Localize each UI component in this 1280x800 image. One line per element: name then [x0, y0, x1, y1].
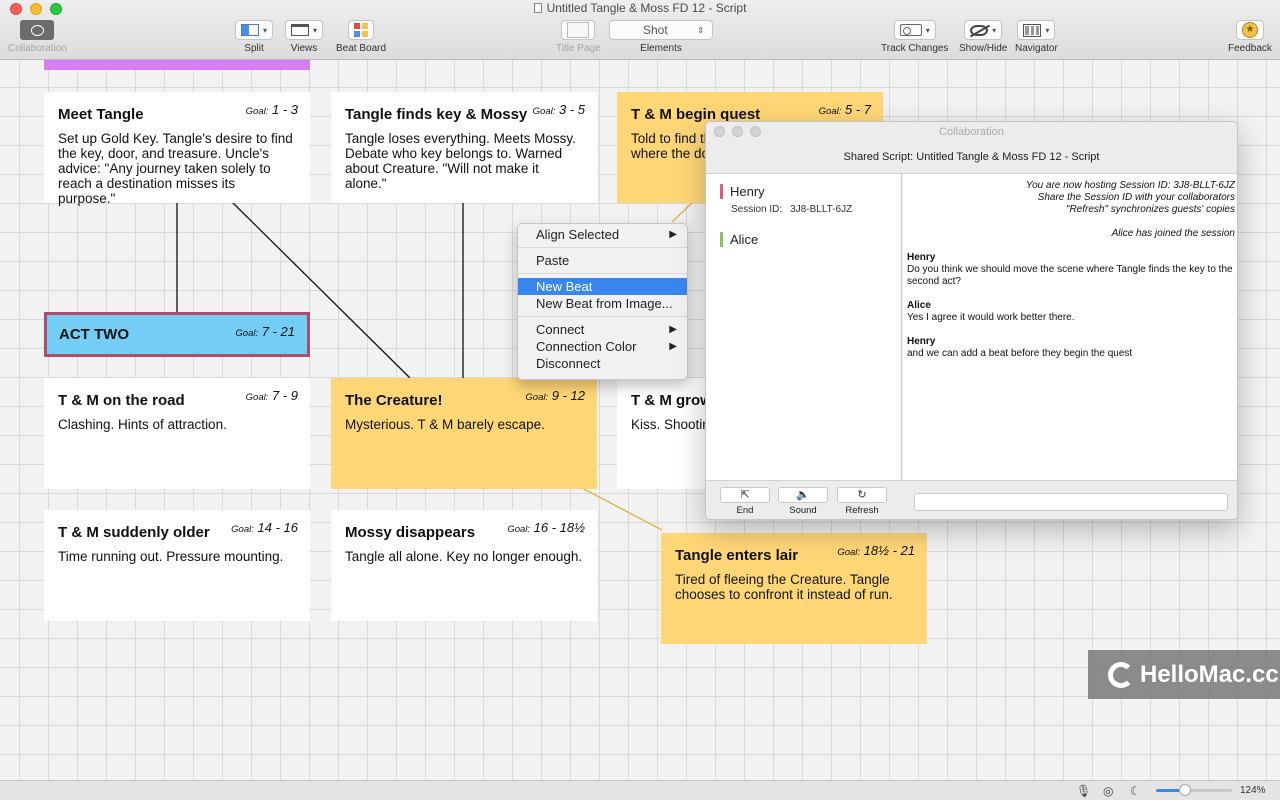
menu-item-new-beat-from-image[interactable]: New Beat from Image... [518, 295, 687, 312]
chevron-down-icon: ▾ [992, 25, 997, 35]
session-id: Session ID: 3J8-BLLT-6JZ [731, 204, 853, 215]
show-hide-button[interactable]: ▾ Show/Hide [959, 20, 1007, 54]
chat-input[interactable] [914, 493, 1228, 511]
watermark-logo-icon [1108, 661, 1134, 688]
refresh-button[interactable]: ↻ Refresh [837, 487, 887, 516]
beat-card[interactable]: T & M on the road Goal: 7 - 9 Clashing. … [44, 378, 310, 489]
window-title: Untitled Tangle & Moss FD 12 - Script [0, 1, 1280, 15]
views-icon [291, 24, 309, 36]
app-window: Untitled Tangle & Moss FD 12 - Script Co… [0, 0, 1280, 800]
beat-board-button[interactable]: Beat Board [336, 20, 386, 54]
zoom-slider[interactable] [1156, 784, 1232, 796]
menu-item-new-beat[interactable]: New Beat [518, 278, 687, 295]
chat-log: You are now hosting Session ID: 3J8-BLLT… [903, 174, 1237, 480]
elements-popup[interactable]: Shot ⇕ Elements [609, 20, 713, 54]
beat-card[interactable]: Meet Tangle Goal: 1 - 3 Set up Gold Key.… [44, 92, 310, 206]
shared-script-label: Shared Script: Untitled Tangle & Moss FD… [706, 142, 1237, 174]
refresh-icon: ↻ [837, 487, 887, 503]
submenu-arrow-icon: ▶ [669, 341, 677, 352]
collaboration-panel: Collaboration Shared Script: Untitled Ta… [705, 121, 1238, 520]
collaboration-button[interactable]: Collaboration [8, 20, 67, 54]
stepper-icon: ⇕ [697, 25, 704, 35]
menu-separator [518, 247, 687, 248]
split-icon [241, 24, 259, 36]
participant-henry[interactable]: Henry [720, 184, 765, 199]
target-icon[interactable]: ◎ [1103, 784, 1113, 798]
chevron-down-icon: ▾ [1045, 25, 1050, 35]
watermark: HelloMac.cc [1088, 650, 1280, 699]
menu-separator [518, 273, 687, 274]
chevron-down-icon: ▾ [925, 25, 930, 35]
chevron-down-icon: ▾ [263, 25, 268, 35]
menu-item-connect[interactable]: Connect ▶ [518, 321, 687, 338]
panel-close-button[interactable] [714, 126, 725, 137]
night-mode-icon[interactable]: ☾ [1130, 784, 1141, 798]
title-page-button[interactable]: Title Page [556, 20, 601, 54]
menu-item-paste[interactable]: Paste [518, 252, 687, 269]
beat-board-icon [354, 23, 369, 37]
microphone-icon[interactable]: 🎙 [1076, 784, 1091, 798]
system-message: Alice has joined the session [1111, 228, 1235, 239]
panel-zoom-button[interactable] [750, 126, 761, 137]
collaboration-icon [20, 20, 55, 40]
title-page-icon [567, 22, 590, 38]
feedback-button[interactable]: ★ Feedback [1228, 20, 1272, 54]
navigator-button[interactable]: ▾ Navigator [1015, 20, 1058, 54]
split-button[interactable]: ▾ Split [235, 20, 274, 54]
track-changes-icon [899, 24, 922, 36]
system-message: Share the Session ID with your collabora… [1037, 192, 1235, 203]
navigator-icon [1023, 23, 1042, 37]
panel-window-controls [714, 126, 761, 137]
chat-message: Alice Yes I agree it would work better th… [907, 300, 1075, 323]
panel-footer: ⇱ End 🔈 Sound ↻ Refresh [706, 480, 1237, 519]
participants-list: Henry Session ID: 3J8-BLLT-6JZ Alice [706, 174, 902, 480]
document-icon [533, 3, 542, 13]
menu-item-disconnect[interactable]: Disconnect [518, 355, 687, 372]
context-menu: Align Selected ▶ Paste New Beat New Beat … [517, 223, 688, 380]
speaker-icon: 🔈 [778, 487, 828, 503]
beat-card[interactable]: Tangle finds key & Mossy Goal: 3 - 5 Tan… [331, 92, 597, 203]
zoom-level: 124% [1240, 785, 1266, 796]
menu-item-connection-color[interactable]: Connection Color ▶ [518, 338, 687, 355]
sound-button[interactable]: 🔈 Sound [778, 487, 828, 516]
beat-card[interactable]: T & M suddenly older Goal: 14 - 16 Time … [44, 510, 310, 621]
toolbar: Untitled Tangle & Moss FD 12 - Script Co… [0, 0, 1280, 60]
end-session-icon: ⇱ [720, 487, 770, 503]
feedback-icon: ★ [1241, 22, 1258, 38]
connection-line[interactable] [671, 201, 694, 223]
system-message: "Refresh" synchronizes guests' copies [1065, 204, 1235, 215]
system-message: You are now hosting Session ID: 3J8-BLLT… [1025, 180, 1235, 191]
end-button[interactable]: ⇱ End [720, 487, 770, 516]
track-changes-button[interactable]: ▾ Track Changes [881, 20, 948, 54]
panel-title: Collaboration [706, 122, 1237, 142]
beat-card[interactable]: The Creature! Goal: 9 - 12 Mysterious. T… [331, 378, 597, 489]
zoom-slider-knob[interactable] [1178, 784, 1191, 796]
status-bar: 🎙 ◎ ☾ 124% [0, 780, 1280, 800]
menu-separator [518, 316, 687, 317]
eye-icon [970, 24, 989, 36]
chevron-down-icon: ▾ [313, 25, 318, 35]
menu-item-align-selected[interactable]: Align Selected ▶ [518, 226, 687, 243]
act-two-card[interactable]: ACT TWO Goal: 7 - 21 [44, 312, 310, 357]
chat-message: Henry and we can add a beat before they b… [907, 336, 1133, 359]
beat-card[interactable]: Mossy disappears Goal: 16 - 18½ Tangle a… [331, 510, 597, 621]
beat-card[interactable]: Tangle enters lair Goal: 18½ - 21 Tired … [661, 533, 927, 644]
panel-minimize-button[interactable] [732, 126, 743, 137]
submenu-arrow-icon: ▶ [669, 324, 677, 335]
participant-alice[interactable]: Alice [720, 232, 758, 247]
chat-message: Henry Do you think we should move the sce… [907, 252, 1233, 287]
submenu-arrow-icon: ▶ [669, 229, 677, 240]
views-button[interactable]: ▾ Views [285, 20, 324, 54]
